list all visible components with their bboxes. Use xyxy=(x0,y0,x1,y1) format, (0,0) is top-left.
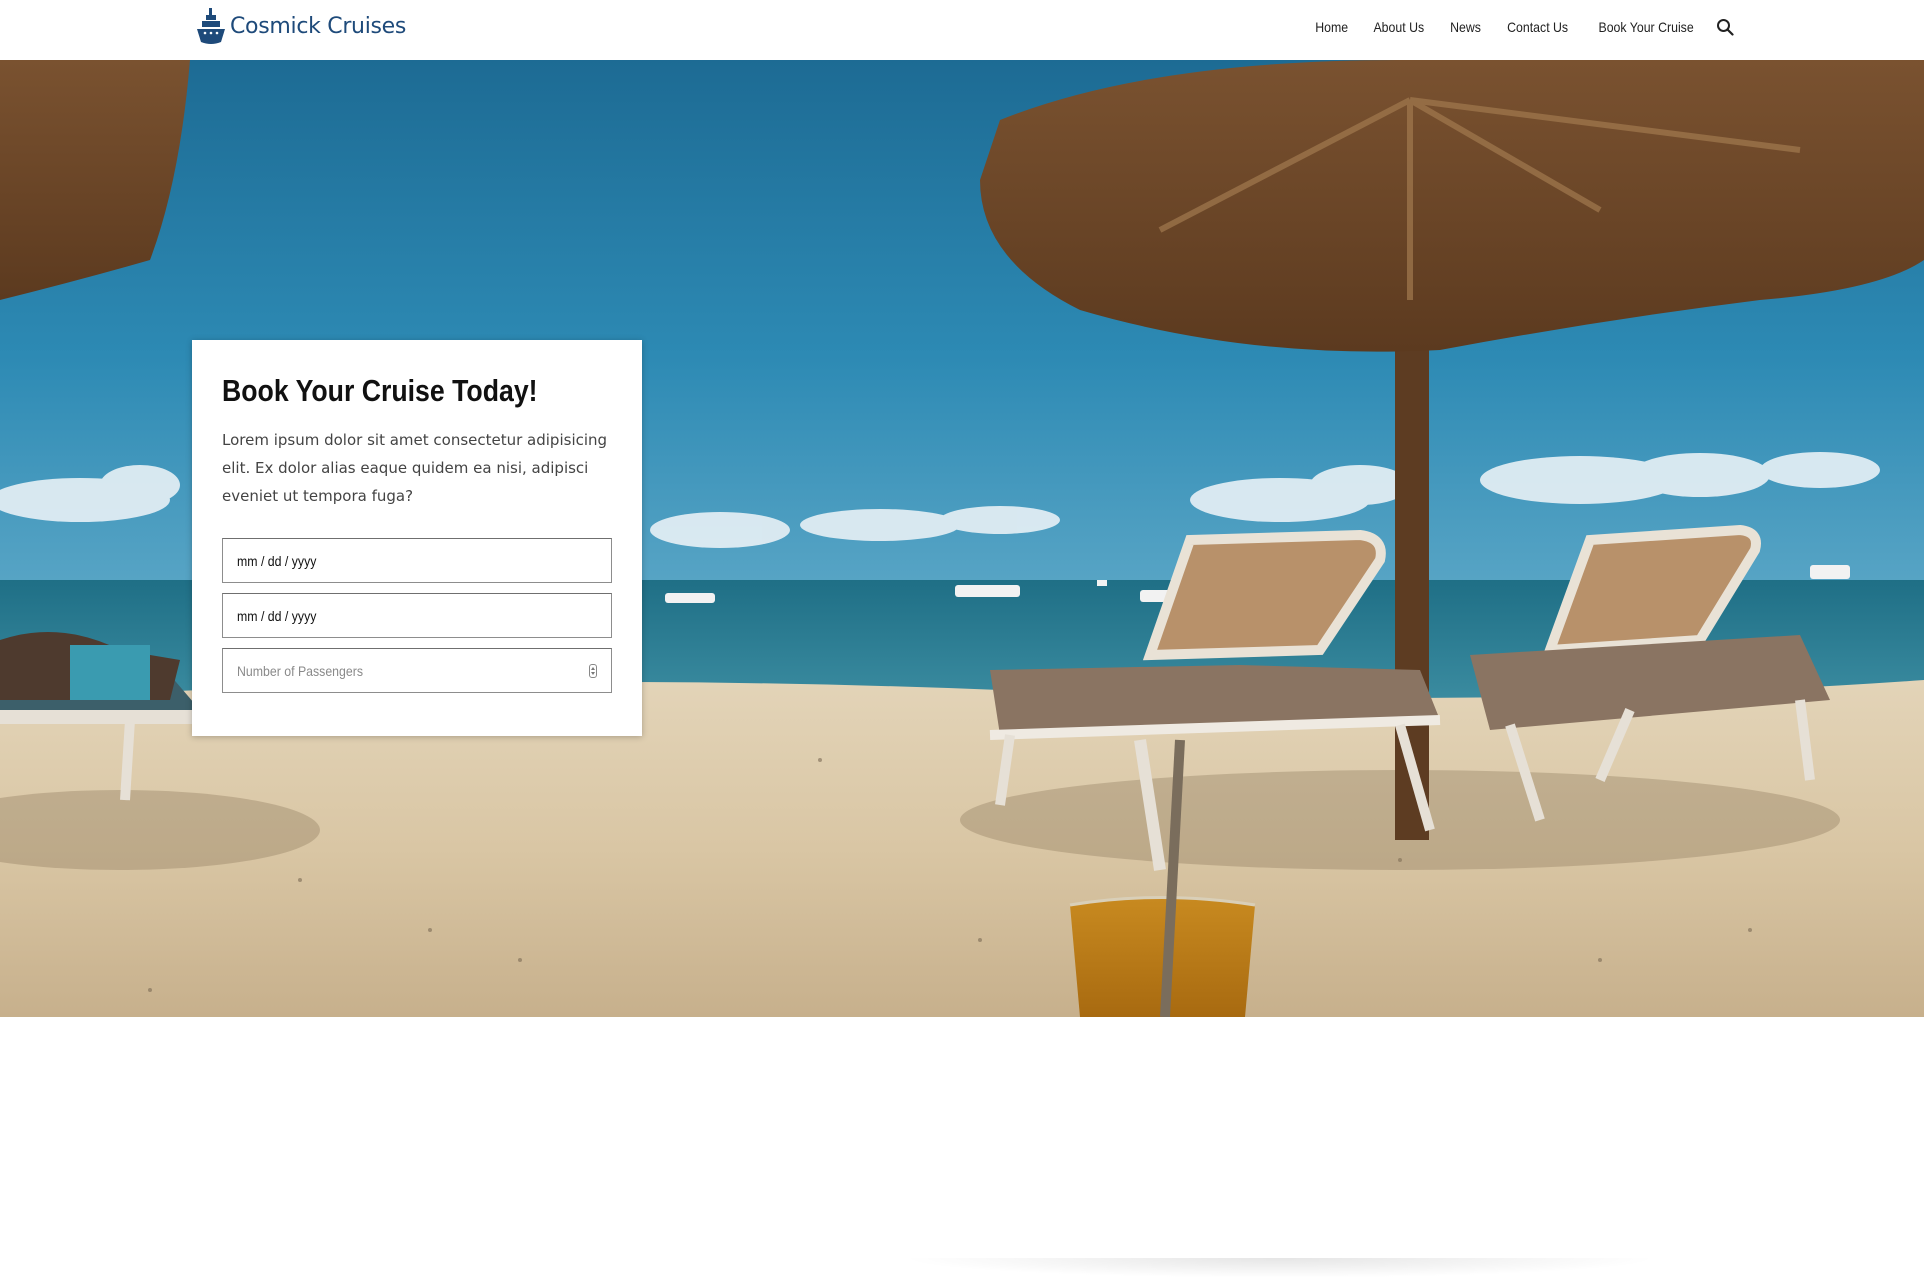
passengers-input[interactable]: Number of Passengers xyxy=(222,648,612,694)
nav-news[interactable]: News xyxy=(1450,19,1481,35)
section-divider-shadow xyxy=(900,1258,1660,1278)
nav-about-us[interactable]: About Us xyxy=(1373,19,1424,35)
nav-home[interactable]: Home xyxy=(1315,19,1348,35)
start-date-input[interactable]: mm / dd / yyyy xyxy=(222,538,612,584)
number-stepper-icon[interactable] xyxy=(589,663,597,678)
brand-logo[interactable]: Cosmick Cruises xyxy=(196,6,406,48)
nav-book-your-cruise[interactable]: Book Your Cruise xyxy=(1598,19,1693,35)
main-nav: Home About Us News Contact Us Book Your … xyxy=(1313,0,1736,54)
site-header: Cosmick Cruises Home About Us News Conta… xyxy=(0,0,1924,60)
passengers-placeholder: Number of Passengers xyxy=(237,662,364,679)
brand-name: Cosmick Cruises xyxy=(230,14,407,39)
booking-description: Lorem ipsum dolor sit amet consectetur a… xyxy=(222,431,608,506)
nav-contact-us[interactable]: Contact Us xyxy=(1507,19,1568,35)
end-date-value: mm / dd / yyyy xyxy=(237,607,317,624)
booking-title: Book Your Cruise Today! xyxy=(222,373,538,408)
start-date-value: mm / dd / yyyy xyxy=(237,552,317,569)
search-icon[interactable] xyxy=(1714,16,1736,38)
end-date-input[interactable]: mm / dd / yyyy xyxy=(222,593,612,639)
ship-icon xyxy=(197,8,225,44)
booking-card: Book Your Cruise Today! Lorem ipsum dolo… xyxy=(192,340,642,736)
